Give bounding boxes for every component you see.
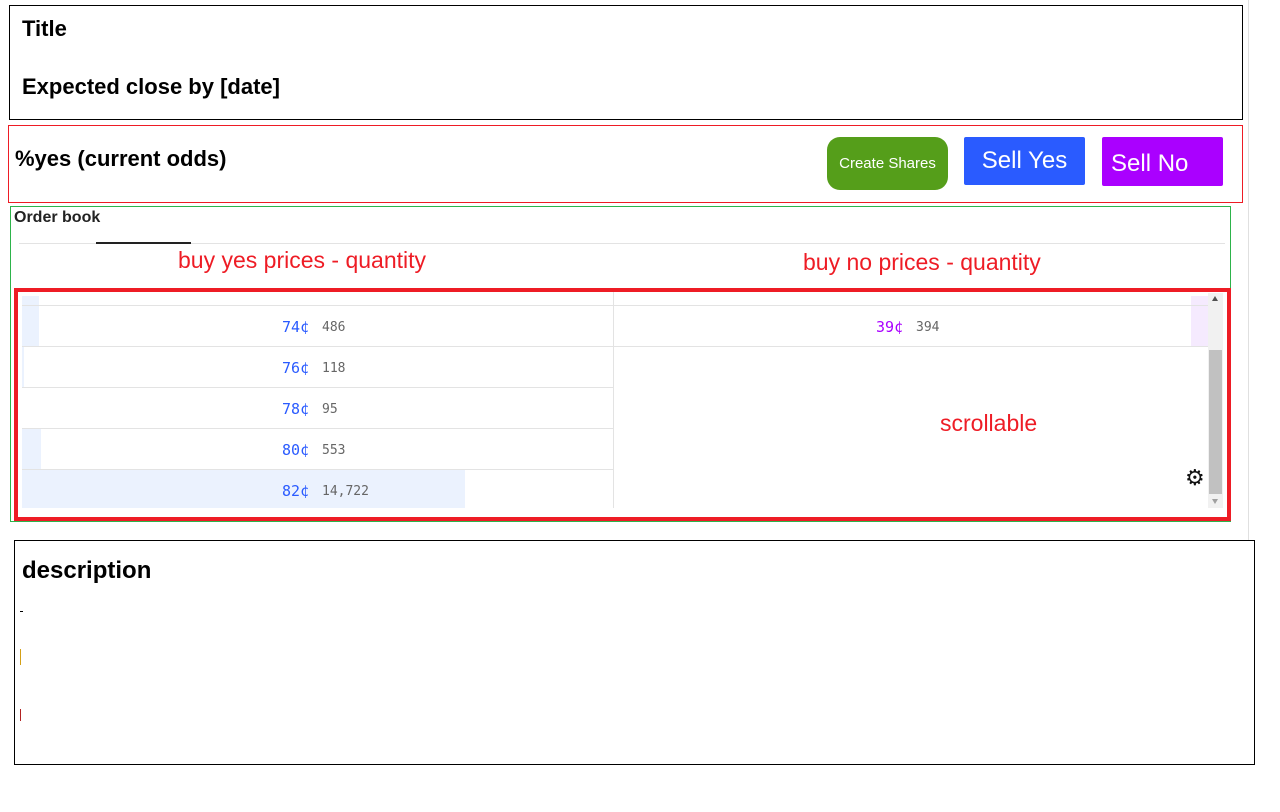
order-row[interactable]: 39¢ 394	[614, 306, 1208, 347]
yes-quantity: 118	[322, 361, 346, 376]
page-edge-line	[1248, 0, 1249, 540]
expected-close-date: Expected close by [date]	[22, 74, 280, 99]
no-quantity: 394	[916, 320, 940, 335]
decorative-mark	[20, 649, 21, 665]
yes-quantity: 486	[322, 320, 346, 335]
order-row[interactable]: 82¢ 14,722	[22, 470, 613, 508]
market-title: Title	[22, 16, 67, 41]
sell-no-button[interactable]: Sell No	[1102, 137, 1223, 186]
description-title: description	[22, 557, 152, 584]
create-shares-button[interactable]: Create Shares	[827, 137, 948, 190]
decorative-mark	[20, 709, 21, 721]
depth-bar	[22, 429, 41, 469]
yes-price: 76¢	[282, 359, 310, 377]
tab-divider	[19, 243, 1225, 244]
yes-price: 82¢	[282, 482, 310, 500]
no-price: 39¢	[876, 318, 904, 336]
sell-yes-button[interactable]: Sell Yes	[964, 137, 1085, 185]
gear-icon[interactable]: ⚙	[1185, 467, 1205, 489]
scroll-up-arrow[interactable]	[1212, 296, 1218, 301]
scroll-down-arrow[interactable]	[1212, 499, 1218, 504]
active-tab-indicator[interactable]	[96, 242, 191, 244]
order-row-partial	[22, 296, 613, 306]
order-book-title: Order book	[14, 209, 101, 226]
decorative-mark	[20, 611, 23, 612]
scrollbar[interactable]	[1208, 293, 1223, 508]
scrollbar-thumb[interactable]	[1209, 350, 1222, 494]
yes-quantity: 14,722	[322, 484, 369, 499]
no-column-header: buy no prices - quantity	[803, 249, 1041, 275]
yes-price: 80¢	[282, 441, 310, 459]
yes-column-header: buy yes prices - quantity	[178, 247, 427, 273]
order-row[interactable]: 78¢ 95	[22, 388, 613, 429]
no-orders-column: 39¢ 394	[614, 296, 1208, 508]
depth-bar	[1191, 306, 1208, 346]
order-row[interactable]: 74¢ 486	[22, 306, 613, 347]
market-header: Title Expected close by [date]	[9, 5, 1243, 120]
yes-quantity: 553	[322, 443, 346, 458]
yes-quantity: 95	[322, 402, 338, 417]
yes-price: 78¢	[282, 400, 310, 418]
yes-price: 74¢	[282, 318, 310, 336]
order-row[interactable]: 76¢ 118	[22, 347, 613, 388]
description-panel: description	[14, 540, 1255, 765]
yes-orders-column: 74¢ 486 76¢ 118 78¢ 95 80¢ 553 82¢ 14,722	[22, 296, 613, 508]
order-row[interactable]: 80¢ 553	[22, 429, 613, 470]
depth-bar	[22, 347, 24, 387]
scrollable-note: scrollable	[940, 410, 1038, 436]
depth-bar	[22, 470, 465, 508]
order-row-partial	[614, 296, 1208, 306]
depth-bar	[22, 306, 39, 346]
current-odds: %yes (current odds)	[15, 146, 227, 171]
